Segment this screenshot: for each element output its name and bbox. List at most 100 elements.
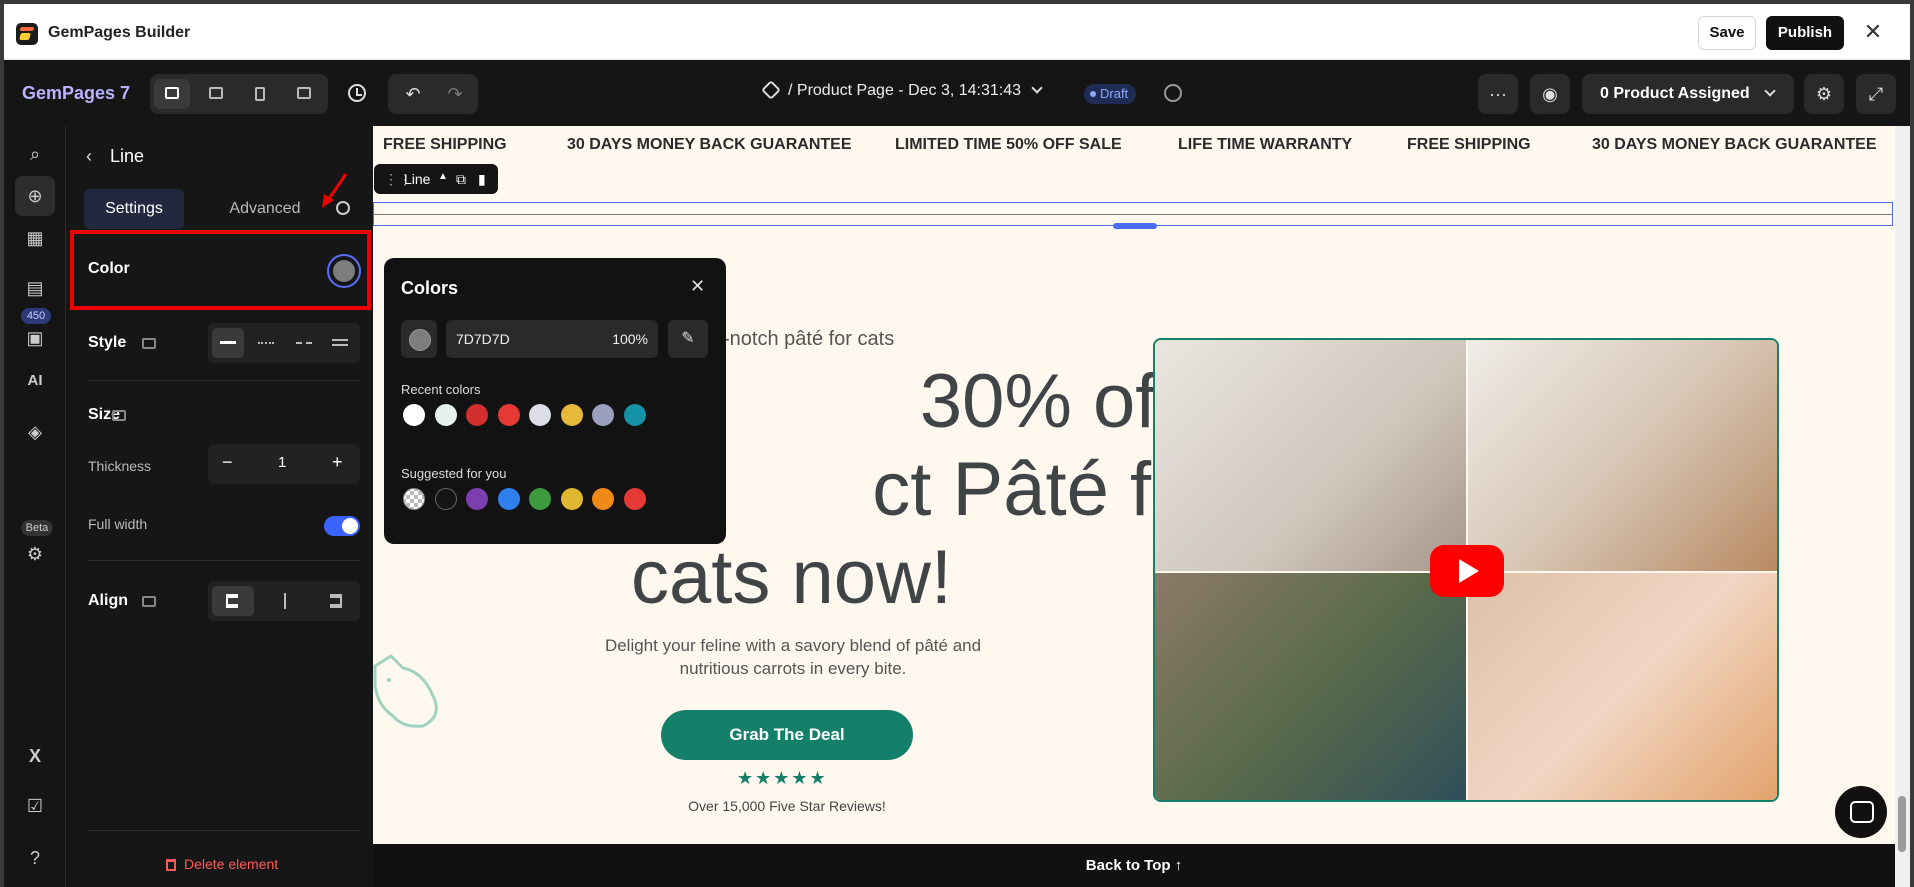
- save-button[interactable]: Save: [1698, 16, 1756, 50]
- library-icon[interactable]: ▣: [15, 318, 55, 358]
- solid-style-option[interactable]: [212, 328, 244, 358]
- recent-color-swatch[interactable]: [529, 404, 551, 426]
- layers-icon[interactable]: ◈: [15, 412, 55, 452]
- global-style-icon[interactable]: ⚙: [15, 534, 55, 574]
- color-swatch[interactable]: [327, 254, 361, 288]
- suggested-color-swatch[interactable]: [466, 488, 488, 510]
- recent-color-swatch[interactable]: [466, 404, 488, 426]
- annotation-arrow-icon: [322, 173, 348, 208]
- line-style-selector: [208, 323, 360, 363]
- page-settings-button[interactable]: ⚙: [1804, 74, 1844, 114]
- product-assigned-label: 0 Product Assigned: [1600, 85, 1750, 102]
- search-icon[interactable]: ⌕: [15, 134, 55, 174]
- x-extension-icon[interactable]: X: [15, 736, 55, 776]
- chat-icon[interactable]: [1835, 786, 1887, 838]
- reviews-count: Over 15,000 Five Star Reviews!: [688, 798, 886, 814]
- scrollbar-thumb[interactable]: [1898, 796, 1906, 852]
- history-icon[interactable]: [348, 84, 366, 102]
- suggested-color-swatch[interactable]: [560, 488, 583, 510]
- globe-icon[interactable]: [1164, 84, 1182, 102]
- checklist-icon[interactable]: ☑: [15, 786, 55, 826]
- help-icon[interactable]: ?: [15, 838, 55, 878]
- back-to-top-bar[interactable]: Back to Top ↑: [373, 844, 1895, 887]
- fullscreen-button[interactable]: ⤢: [1856, 74, 1896, 114]
- divider: [88, 380, 360, 381]
- colors-popover: Colors ✕ 7D7D7D 100% ✎ Recent colors Sug…: [384, 258, 726, 544]
- suggested-color-swatch[interactable]: [403, 488, 425, 510]
- current-color-swatch[interactable]: [401, 320, 437, 358]
- rating-stars: ★★★★★: [737, 768, 828, 788]
- grab-the-deal-button[interactable]: Grab The Deal: [661, 710, 913, 760]
- resize-handle[interactable]: [1113, 223, 1157, 229]
- device-switcher: [150, 74, 328, 114]
- align-label: Align: [88, 592, 128, 609]
- redo-button[interactable]: ↷: [436, 80, 474, 108]
- hex-value: 7D7D7D: [456, 331, 510, 347]
- undo-button[interactable]: ↶: [394, 80, 432, 108]
- hero-description: Delight your feline with a savory blend …: [604, 636, 982, 678]
- suggested-color-swatch[interactable]: [434, 488, 457, 510]
- preview-button[interactable]: ◉: [1530, 74, 1570, 114]
- close-icon[interactable]: ✕: [690, 276, 705, 297]
- duplicate-icon[interactable]: ⧉: [456, 171, 466, 188]
- close-window-icon[interactable]: ✕: [1860, 19, 1886, 45]
- line-element-toolbar: ⋮⋮ Line ▲ ⧉ ▮: [374, 164, 498, 194]
- recent-color-swatch[interactable]: [403, 404, 425, 426]
- hex-input[interactable]: 7D7D7D 100%: [446, 320, 658, 358]
- full-width-toggle[interactable]: [324, 516, 360, 536]
- trash-icon: [166, 859, 176, 871]
- suggested-color-swatch[interactable]: [497, 488, 520, 510]
- more-options-button[interactable]: ···: [1478, 74, 1518, 114]
- product-assigned-dropdown[interactable]: 0 Product Assigned: [1582, 74, 1794, 114]
- marquee-item: 30 DAYS MONEY BACK GUARANTEE: [567, 136, 852, 153]
- responsive-view-button[interactable]: [286, 79, 322, 109]
- canvas-scrollbar[interactable]: [1895, 126, 1910, 887]
- marquee-item: LIFE TIME WARRANTY: [1178, 136, 1353, 153]
- chevron-down-icon: [1031, 82, 1043, 94]
- recent-color-swatch[interactable]: [592, 404, 614, 426]
- video-thumbnail-image: [1155, 573, 1466, 800]
- eyedropper-icon[interactable]: ✎: [668, 320, 708, 358]
- suggested-color-swatch[interactable]: [623, 488, 646, 510]
- line-element-label[interactable]: Line: [404, 171, 430, 187]
- add-element-icon[interactable]: ⊕: [15, 176, 55, 216]
- decrement-button[interactable]: −: [222, 452, 233, 473]
- screen-frame: GemPages Builder Save Publish ✕ GemPages…: [0, 0, 1914, 887]
- trash-icon[interactable]: ▮: [478, 171, 486, 188]
- dashed-style-option[interactable]: [288, 328, 320, 358]
- double-style-option[interactable]: [324, 328, 356, 358]
- align-left-option[interactable]: [212, 586, 254, 616]
- caret-up-icon[interactable]: ▲: [438, 171, 448, 182]
- tab-advanced[interactable]: Advanced: [210, 189, 320, 229]
- align-right-option[interactable]: [314, 586, 356, 616]
- desktop-view-button[interactable]: [154, 79, 190, 109]
- align-center-option[interactable]: [264, 586, 306, 616]
- color-label: Color: [88, 260, 130, 277]
- dotted-style-option[interactable]: [250, 328, 282, 358]
- delete-element-button[interactable]: Delete element: [166, 856, 278, 872]
- opacity-value[interactable]: 100%: [612, 331, 648, 347]
- increment-button[interactable]: +: [332, 452, 343, 473]
- thickness-value[interactable]: 1: [278, 454, 286, 471]
- apps-icon[interactable]: ▦: [15, 218, 55, 258]
- recent-color-swatch[interactable]: [623, 404, 646, 426]
- ai-icon[interactable]: AI: [15, 361, 55, 401]
- pages-icon[interactable]: ▤: [15, 268, 55, 308]
- style-label: Style: [88, 334, 127, 351]
- recent-color-swatch[interactable]: [434, 404, 457, 426]
- tablet-view-button[interactable]: [198, 79, 234, 109]
- back-chevron-icon[interactable]: ‹: [86, 146, 92, 167]
- suggested-color-swatch[interactable]: [529, 488, 551, 510]
- mobile-view-button[interactable]: [242, 79, 278, 109]
- publish-button[interactable]: Publish: [1766, 16, 1844, 50]
- play-icon[interactable]: [1430, 545, 1504, 597]
- align-selector: [208, 581, 360, 621]
- recent-color-swatch[interactable]: [497, 404, 520, 426]
- video-embed[interactable]: [1153, 338, 1779, 802]
- full-width-label: Full width: [88, 516, 148, 532]
- suggested-color-swatch[interactable]: [592, 488, 614, 510]
- page-selector[interactable]: / Product Page - Dec 3, 14:31:43: [761, 80, 1043, 106]
- recent-color-swatch[interactable]: [560, 404, 583, 426]
- tab-settings[interactable]: Settings: [84, 189, 184, 229]
- tablet-landscape-icon: [209, 87, 223, 99]
